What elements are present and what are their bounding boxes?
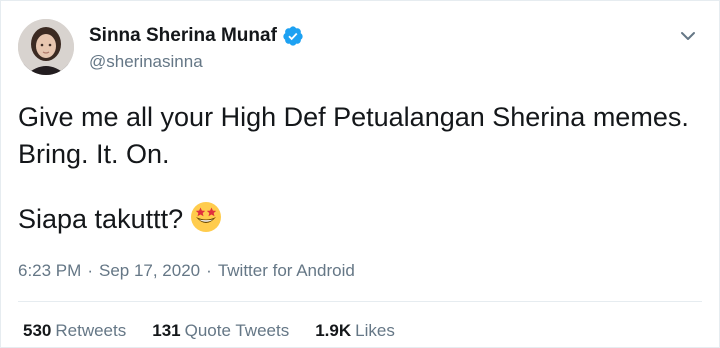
tweet-source[interactable]: Twitter for Android — [218, 261, 355, 281]
tweet-meta: 6:23 PM · Sep 17, 2020 · Twitter for And… — [18, 261, 355, 281]
tweet-time[interactable]: 6:23 PM — [18, 261, 81, 281]
quote-tweets-label: Quote Tweets — [184, 321, 290, 340]
divider — [18, 301, 702, 302]
chevron-down-icon[interactable] — [679, 27, 697, 45]
meta-separator: · — [87, 261, 93, 280]
star-struck-emoji-icon — [189, 200, 223, 234]
retweets-count: 530 — [23, 321, 52, 340]
avatar[interactable] — [18, 19, 74, 75]
tweet-text-line: Bring. It. On. — [18, 139, 170, 169]
author-name-row[interactable]: Sinna Sherina Munaf — [89, 25, 304, 47]
display-name[interactable]: Sinna Sherina Munaf — [89, 25, 277, 47]
tweet-text-line-content: Siapa takuttt? — [18, 204, 184, 234]
quote-tweets-stat[interactable]: 131 Quote Tweets — [152, 321, 289, 341]
tweet-date[interactable]: Sep 17, 2020 — [99, 261, 200, 281]
tweet-text: Give me all your High Def Petualangan Sh… — [18, 99, 708, 238]
retweets-label: Retweets — [55, 321, 127, 340]
engagement-stats: 530 Retweets 131 Quote Tweets 1.9K Likes — [23, 321, 395, 341]
meta-separator: · — [206, 261, 212, 280]
likes-stat[interactable]: 1.9K Likes — [315, 321, 395, 341]
tweet-text-line: Siapa takuttt? — [18, 200, 708, 238]
tweet-card: Sinna Sherina Munaf @sherinasinna Give m… — [0, 0, 720, 348]
quote-tweets-count: 131 — [152, 321, 181, 340]
likes-count: 1.9K — [315, 321, 352, 340]
author-handle[interactable]: @sherinasinna — [89, 52, 203, 72]
likes-label: Likes — [355, 321, 395, 340]
tweet-text-line: Give me all your High Def Petualangan Sh… — [18, 102, 689, 132]
retweets-stat[interactable]: 530 Retweets — [23, 321, 126, 341]
verified-badge-icon — [282, 25, 304, 47]
